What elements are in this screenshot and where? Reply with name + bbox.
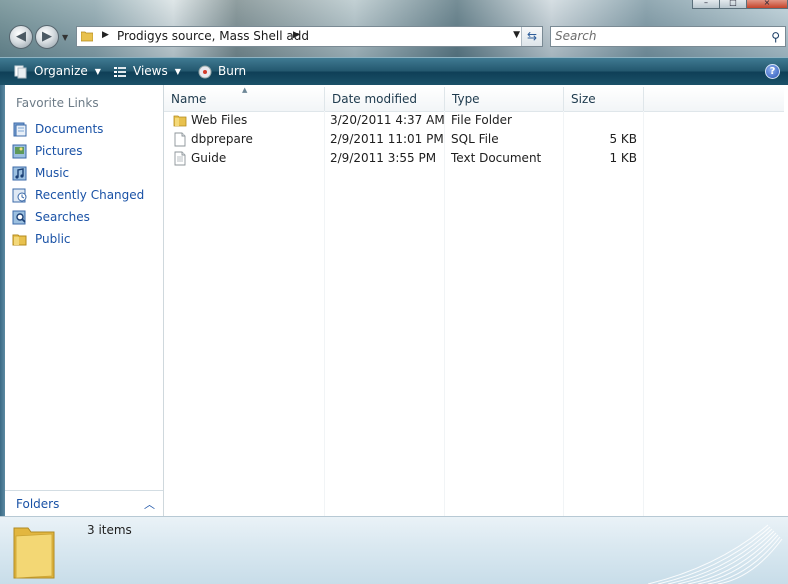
file-row[interactable]: Guide 2/9/2011 3:55 PM Text Document 1 K… [164, 149, 644, 168]
help-icon[interactable]: ? [765, 64, 780, 79]
close-button[interactable]: × [746, 0, 788, 9]
file-size: 1 KB [609, 151, 637, 165]
favorite-link-pictures[interactable]: Pictures [11, 142, 144, 164]
favorite-link-music[interactable]: Music [11, 164, 144, 186]
recent-pages-dropdown[interactable]: ▼ [62, 33, 68, 42]
folders-label: Folders [16, 497, 60, 511]
views-icon [114, 66, 126, 77]
documents-icon [13, 122, 27, 137]
sort-ascending-icon: ▲ [242, 86, 248, 94]
views-button[interactable]: Views ▼ [113, 58, 181, 85]
file-name[interactable]: Guide [191, 149, 226, 168]
command-bar: Organize ▼ Views ▼ Burn ? [0, 57, 788, 85]
file-type: Text Document [451, 151, 542, 165]
file-name[interactable]: Web Files [191, 111, 247, 130]
document-icon [174, 132, 186, 147]
file-size: 5 KB [609, 132, 637, 146]
favorite-link-searches[interactable]: Searches [11, 208, 144, 230]
burn-label: Burn [218, 64, 247, 78]
item-count: 3 items [87, 523, 132, 537]
public-folder-icon [12, 234, 27, 246]
forward-arrow-icon: ▶ [42, 29, 52, 44]
folder-icon [81, 31, 93, 42]
file-date-modified: 2/9/2011 11:01 PM [330, 132, 444, 146]
favorite-link-label: Pictures [35, 144, 83, 158]
minimize-button[interactable]: – [692, 0, 720, 9]
burn-button[interactable]: Burn [198, 58, 246, 85]
burn-disc-icon [198, 65, 212, 78]
favorite-link-label: Public [35, 232, 71, 246]
views-label: Views [133, 64, 168, 78]
folder-icon [173, 115, 187, 127]
music-icon [12, 166, 27, 181]
file-list: Name ▲ Date modified Type Size Web Files … [164, 85, 784, 516]
refresh-icon: ⇆ [526, 29, 538, 43]
searches-icon [12, 210, 26, 225]
chevron-down-icon: ▼ [94, 67, 101, 76]
file-date-modified: 3/20/2011 4:37 AM [330, 113, 445, 127]
favorite-link-label: Music [35, 166, 70, 180]
file-type: File Folder [451, 113, 512, 127]
details-pane: 3 items [0, 516, 788, 584]
favorite-link-public[interactable]: Public [11, 230, 144, 252]
organize-label: Organize [34, 64, 88, 78]
text-document-icon [174, 151, 186, 166]
chevron-up-icon[interactable]: ︿ [144, 496, 155, 512]
file-row[interactable]: Web Files 3/20/2011 4:37 AM File Folder [164, 111, 644, 130]
favorite-links-title: Favorite Links [16, 96, 99, 110]
back-button[interactable]: ◀ [9, 25, 33, 49]
column-header-name[interactable]: Name ▲ [164, 86, 325, 111]
organize-icon [14, 65, 27, 78]
maximize-button[interactable]: □ [719, 0, 747, 9]
favorite-link-label: Documents [35, 122, 104, 136]
decorative-swoosh [648, 524, 783, 584]
forward-button[interactable]: ▶ [35, 25, 59, 49]
column-header-size[interactable]: Size [564, 87, 644, 111]
file-date-modified: 2/9/2011 3:55 PM [330, 151, 437, 165]
breadcrumb-path[interactable]: Prodigys source, Mass Shell add [117, 29, 309, 43]
large-folder-icon [13, 527, 55, 579]
back-arrow-icon: ◀ [16, 29, 26, 44]
pictures-icon [12, 144, 27, 159]
address-bar[interactable]: ▶ Prodigys source, Mass Shell add ▶ ▼ ⇆ [76, 26, 543, 47]
column-header-date-modified[interactable]: Date modified [325, 87, 445, 111]
favorite-links-list: Documents Pictures Music Recently Change… [11, 120, 144, 252]
column-header-row: Name ▲ Date modified Type Size [164, 86, 784, 112]
organize-button[interactable]: Organize ▼ [14, 58, 101, 85]
address-dropdown-icon[interactable]: ▼ [513, 30, 520, 40]
breadcrumb-arrow-icon[interactable]: ▶ [102, 30, 109, 40]
breadcrumb-arrow-icon[interactable]: ▶ [293, 30, 300, 40]
favorite-link-label: Searches [35, 210, 90, 224]
navigation-pane: Favorite Links Documents Pictures Music … [5, 85, 164, 517]
folders-toggle[interactable]: Folders ︿ [5, 490, 163, 517]
file-row[interactable]: dbprepare 2/9/2011 11:01 PM SQL File 5 K… [164, 130, 644, 149]
chevron-down-icon: ▼ [174, 67, 181, 76]
favorite-link-recently-changed[interactable]: Recently Changed [11, 186, 144, 208]
search-input[interactable] [555, 29, 755, 43]
column-header-type[interactable]: Type [445, 87, 564, 111]
recently-changed-icon [12, 188, 27, 203]
file-type: SQL File [451, 132, 499, 146]
favorite-link-label: Recently Changed [35, 188, 145, 202]
window-caption-buttons: – □ × [692, 0, 788, 9]
search-icon[interactable]: ⚲ [771, 30, 780, 44]
favorite-link-documents[interactable]: Documents [11, 120, 144, 142]
search-box[interactable]: ⚲ [550, 26, 786, 47]
refresh-button[interactable]: ⇆ [521, 27, 542, 46]
file-name[interactable]: dbprepare [191, 130, 253, 149]
